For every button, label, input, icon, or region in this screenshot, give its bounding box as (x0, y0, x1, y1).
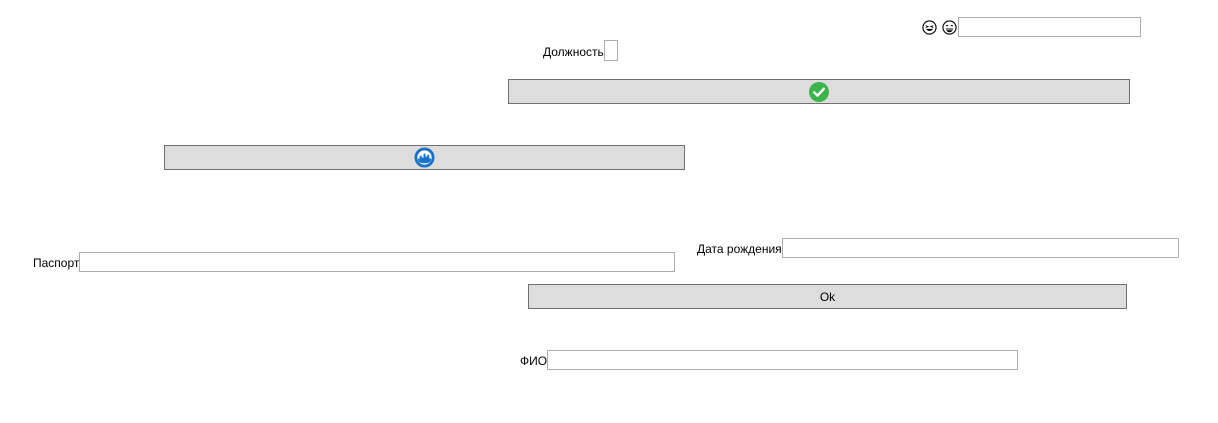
birth-date-label: Дата рождения (697, 242, 782, 256)
laughing-emoji-icon (922, 20, 937, 35)
position-input[interactable] (604, 40, 618, 61)
check-circle-icon (809, 81, 829, 102)
full-name-input[interactable] (547, 350, 1018, 370)
full-name-label: ФИО (520, 354, 548, 368)
top-text-input[interactable] (958, 17, 1141, 37)
birth-date-input[interactable] (782, 238, 1179, 258)
passport-input[interactable] (79, 252, 675, 272)
position-label: Должность (543, 45, 604, 59)
grinning-emoji-icon (942, 20, 957, 35)
confirm-check-button[interactable] (508, 79, 1130, 104)
ok-button[interactable]: Ok (528, 284, 1127, 309)
passport-label: Паспорт (33, 256, 80, 270)
logo-button[interactable] (164, 145, 685, 170)
blue-circle-logo-icon (414, 147, 435, 168)
